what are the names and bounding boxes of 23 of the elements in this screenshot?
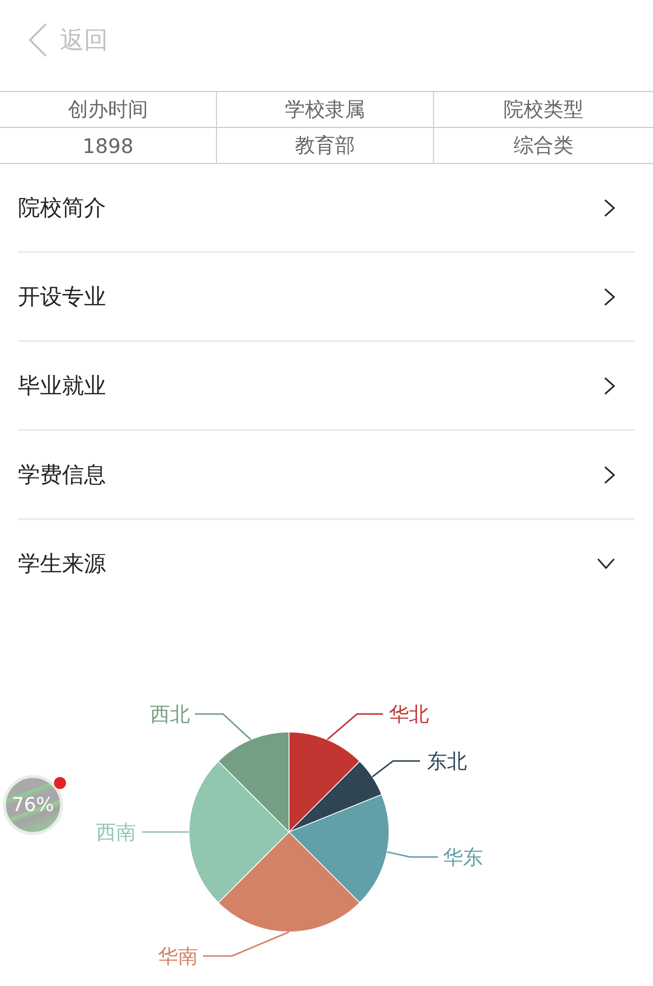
leader-line: [326, 713, 383, 740]
slice-label: 华南: [158, 944, 198, 968]
slice-label: 华东: [443, 845, 483, 869]
slice-label: 东北: [427, 749, 467, 773]
section-row[interactable]: 开设专业: [18, 253, 635, 342]
slice-label: 西北: [150, 702, 190, 726]
leader-line: [195, 713, 252, 740]
table-cell-text: 综合类: [512, 132, 574, 159]
slice-label: 华北: [389, 702, 429, 726]
column-header: 学校隶属: [217, 92, 434, 127]
chevron-left-icon: [28, 23, 48, 57]
table-cell: 1898: [0, 128, 217, 163]
section-row[interactable]: 院校简介: [18, 164, 635, 253]
leader-line: [372, 760, 420, 778]
leader-line: [386, 851, 438, 858]
column-header: 院校类型: [502, 96, 584, 123]
section-row[interactable]: 学生来源: [18, 520, 635, 609]
table-cell: 教育部: [217, 128, 434, 163]
section-row[interactable]: 学费信息: [18, 431, 635, 520]
column-header: 创办时间: [0, 92, 217, 127]
slice-label: 西南: [96, 820, 136, 844]
section-row[interactable]: 毕业就业: [18, 342, 635, 431]
leader-line: [142, 831, 189, 833]
